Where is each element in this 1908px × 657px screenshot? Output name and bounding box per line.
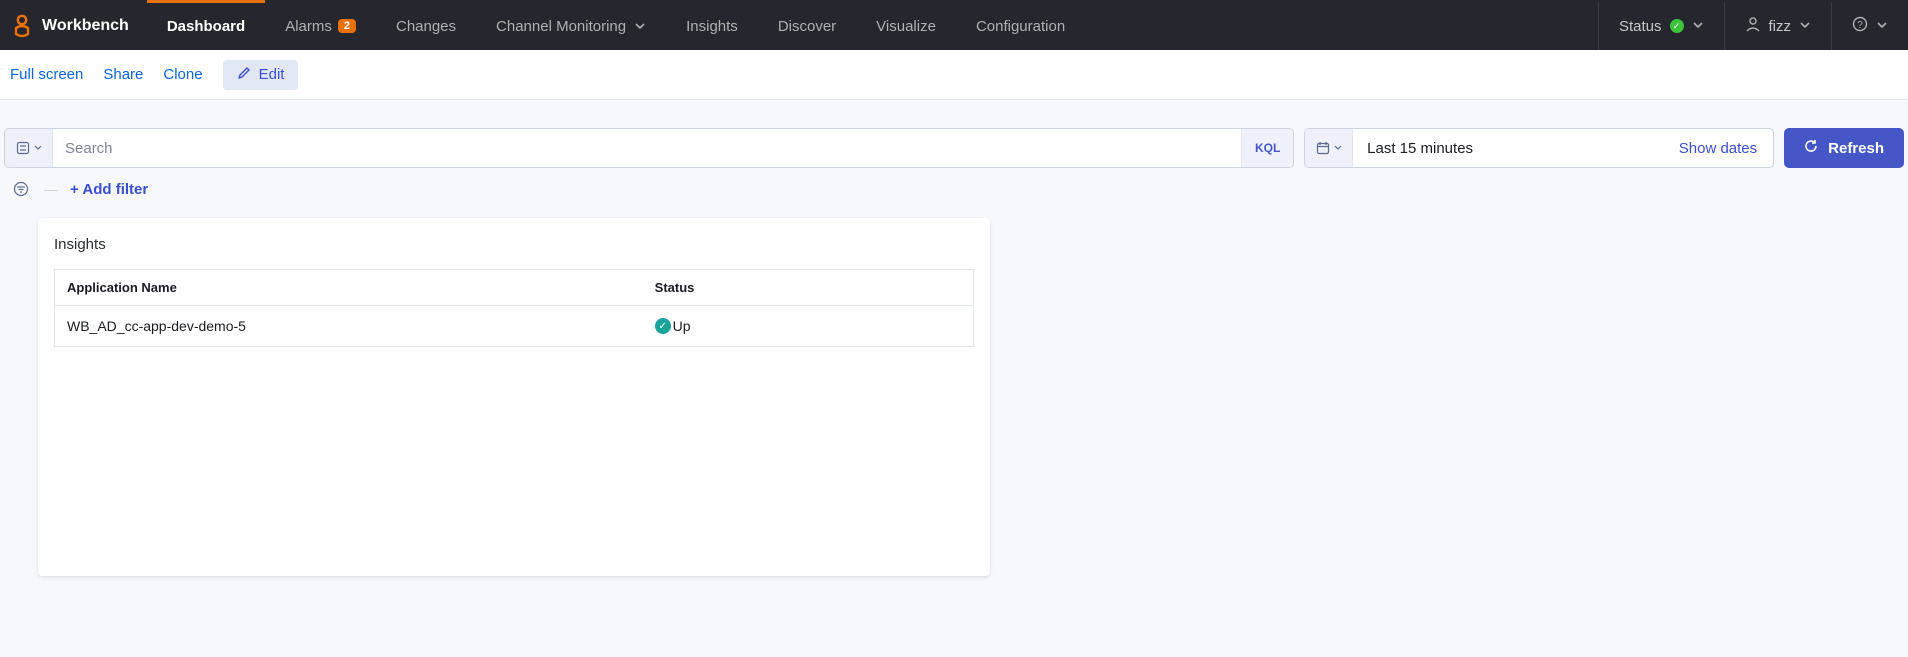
top-nav: Workbench Dashboard Alarms 2 Changes Cha… bbox=[0, 0, 1908, 50]
chevron-down-icon bbox=[634, 20, 646, 32]
alarms-badge: 2 bbox=[338, 19, 356, 33]
brand-logo-icon bbox=[12, 14, 32, 38]
nav-alarms[interactable]: Alarms 2 bbox=[265, 2, 376, 50]
pencil-icon bbox=[237, 66, 251, 84]
nav-items: Dashboard Alarms 2 Changes Channel Monit… bbox=[147, 2, 1085, 50]
add-filter-link[interactable]: + Add filter bbox=[70, 181, 148, 198]
status-label: Status bbox=[1619, 18, 1662, 35]
status-menu[interactable]: Status ✓ bbox=[1598, 2, 1724, 50]
nav-label: Dashboard bbox=[167, 18, 245, 35]
refresh-icon bbox=[1804, 139, 1818, 157]
table-row: WB_AD_cc-app-dev-demo-5 ✓ Up bbox=[55, 306, 974, 347]
nav-channel-monitoring[interactable]: Channel Monitoring bbox=[476, 2, 666, 50]
fullscreen-link[interactable]: Full screen bbox=[10, 66, 83, 83]
dashboard-toolbar: Full screen Share Clone Edit bbox=[0, 50, 1908, 100]
chevron-down-icon bbox=[1334, 144, 1342, 152]
search-bar: KQL bbox=[4, 128, 1294, 168]
calendar-icon bbox=[1316, 141, 1330, 155]
edit-label: Edit bbox=[259, 66, 285, 83]
query-options-icon bbox=[16, 141, 30, 155]
query-row: KQL Last 15 minutes Show dates Refresh bbox=[0, 100, 1908, 168]
cell-status: ✓ Up bbox=[643, 306, 974, 347]
time-picker-button[interactable] bbox=[1305, 129, 1353, 167]
user-name: fizz bbox=[1769, 18, 1792, 35]
svg-text:?: ? bbox=[1857, 20, 1863, 31]
chevron-down-icon bbox=[34, 144, 42, 152]
status-up-icon: ✓ bbox=[655, 318, 671, 334]
nav-insights[interactable]: Insights bbox=[666, 2, 758, 50]
nav-right: Status ✓ fizz ? bbox=[1598, 2, 1908, 50]
nav-label: Alarms bbox=[285, 18, 332, 35]
time-range-value[interactable]: Last 15 minutes bbox=[1353, 129, 1663, 167]
nav-label: Configuration bbox=[976, 18, 1065, 35]
divider: — bbox=[44, 181, 58, 197]
status-ok-icon: ✓ bbox=[1670, 19, 1684, 33]
nav-discover[interactable]: Discover bbox=[758, 2, 856, 50]
insights-panel: Insights Application Name Status WB_AD_c… bbox=[38, 218, 990, 576]
nav-label: Channel Monitoring bbox=[496, 18, 626, 35]
insights-table: Application Name Status WB_AD_cc-app-dev… bbox=[54, 269, 974, 347]
share-link[interactable]: Share bbox=[103, 66, 143, 83]
search-input[interactable] bbox=[53, 129, 1241, 167]
table-header-row: Application Name Status bbox=[55, 270, 974, 306]
refresh-button[interactable]: Refresh bbox=[1784, 128, 1904, 168]
nav-label: Changes bbox=[396, 18, 456, 35]
nav-changes[interactable]: Changes bbox=[376, 2, 476, 50]
edit-button[interactable]: Edit bbox=[223, 60, 299, 90]
chevron-down-icon bbox=[1692, 18, 1704, 35]
panel-title: Insights bbox=[54, 236, 974, 253]
query-language-button[interactable]: KQL bbox=[1241, 129, 1293, 167]
user-icon bbox=[1745, 16, 1761, 36]
status-text: Up bbox=[673, 318, 691, 334]
chevron-down-icon bbox=[1876, 18, 1888, 35]
user-menu[interactable]: fizz bbox=[1724, 2, 1832, 50]
brand-name: Workbench bbox=[42, 17, 129, 35]
nav-label: Insights bbox=[686, 18, 738, 35]
time-picker: Last 15 minutes Show dates bbox=[1304, 128, 1774, 168]
filter-bar: — + Add filter bbox=[0, 168, 1908, 218]
show-dates-link[interactable]: Show dates bbox=[1663, 129, 1773, 167]
col-status[interactable]: Status bbox=[643, 270, 974, 306]
help-icon: ? bbox=[1852, 16, 1868, 36]
dashboard-panels: Insights Application Name Status WB_AD_c… bbox=[0, 218, 1908, 616]
cell-application-name: WB_AD_cc-app-dev-demo-5 bbox=[55, 306, 643, 347]
nav-dashboard[interactable]: Dashboard bbox=[147, 2, 265, 50]
filter-menu-button[interactable] bbox=[10, 178, 32, 200]
nav-visualize[interactable]: Visualize bbox=[856, 2, 956, 50]
filter-icon bbox=[13, 181, 29, 197]
help-menu[interactable]: ? bbox=[1831, 2, 1908, 50]
refresh-label: Refresh bbox=[1828, 140, 1884, 157]
chevron-down-icon bbox=[1799, 18, 1811, 35]
nav-label: Discover bbox=[778, 18, 836, 35]
nav-label: Visualize bbox=[876, 18, 936, 35]
col-application-name[interactable]: Application Name bbox=[55, 270, 643, 306]
search-options-button[interactable] bbox=[5, 129, 53, 167]
nav-configuration[interactable]: Configuration bbox=[956, 2, 1085, 50]
clone-link[interactable]: Clone bbox=[163, 66, 202, 83]
brand[interactable]: Workbench bbox=[0, 2, 147, 50]
